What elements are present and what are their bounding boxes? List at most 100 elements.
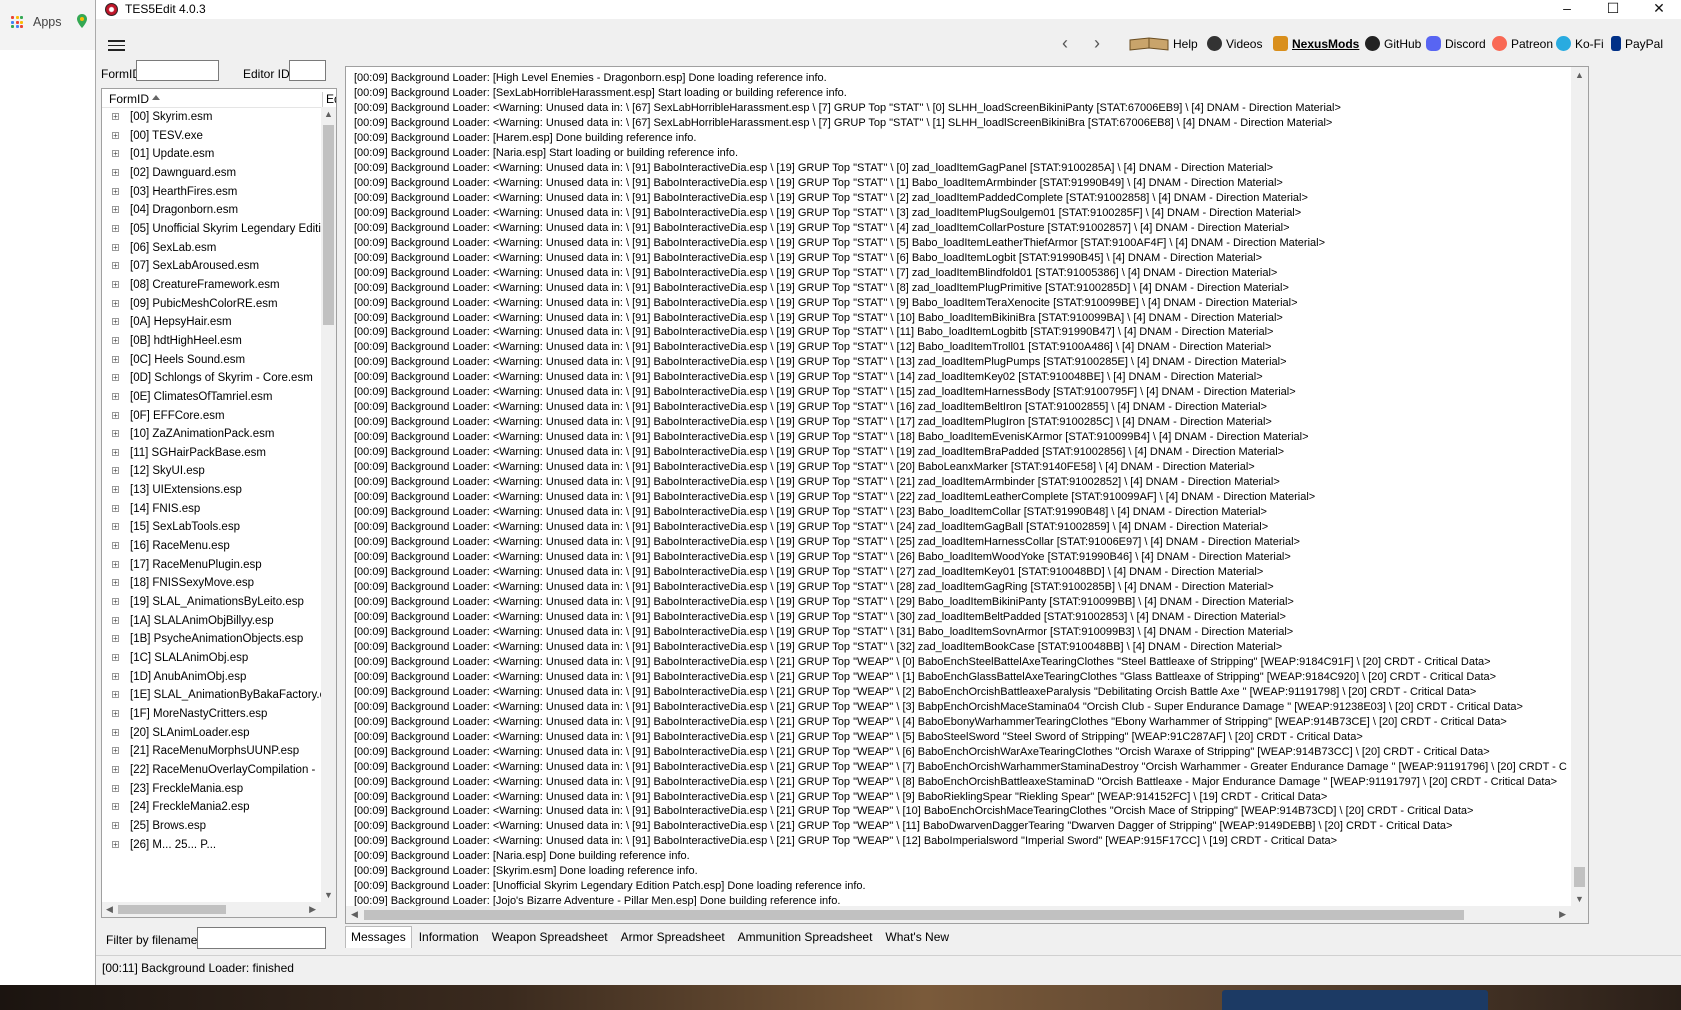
expand-icon[interactable]: + <box>112 728 119 736</box>
discord-link[interactable]: Discord <box>1426 36 1486 51</box>
tree-column-formid[interactable]: FormID <box>109 92 149 106</box>
title-bar[interactable]: TES5Edit 4.0.3 – ☐ ✕ <box>96 0 1681 19</box>
tree-row[interactable]: + [18] FNISSexyMove.esp <box>102 574 322 593</box>
expand-icon[interactable]: + <box>112 280 119 288</box>
tree-row[interactable]: + [1B] PsycheAnimationObjects.esp <box>102 630 322 649</box>
tree-row[interactable]: + [04] Dragonborn.esm <box>102 201 322 220</box>
expand-icon[interactable]: + <box>112 598 119 606</box>
expand-icon[interactable]: + <box>112 243 119 251</box>
expand-icon[interactable]: + <box>112 113 119 121</box>
nexusmods-link[interactable]: NexusMods <box>1273 36 1359 51</box>
tree-row[interactable]: + [15] SexLabTools.esp <box>102 518 322 537</box>
expand-icon[interactable]: + <box>112 224 119 232</box>
scroll-left-icon[interactable]: ◀ <box>106 904 113 915</box>
tree-horizontal-scrollbar[interactable]: ◀ ▶ <box>102 902 336 917</box>
expand-icon[interactable]: + <box>112 710 119 718</box>
tree-row[interactable]: + [12] SkyUI.esp <box>102 462 322 481</box>
tree-row[interactable]: + [02] Dawnguard.esm <box>102 164 322 183</box>
back-arrow-button[interactable]: ‹ <box>1062 33 1068 54</box>
expand-icon[interactable]: + <box>112 821 119 829</box>
videos-link[interactable]: Videos <box>1207 36 1262 51</box>
tree-row[interactable]: + [1C] SLALAnimObj.esp <box>102 649 322 668</box>
tab-ammunition-spreadsheet[interactable]: Ammunition Spreadsheet <box>732 926 879 948</box>
expand-icon[interactable]: + <box>112 616 119 624</box>
editorid-input[interactable] <box>289 60 326 81</box>
tree-row[interactable]: + [0B] hdtHighHeel.esm <box>102 332 322 351</box>
tree-row[interactable]: + [13] UIExtensions.esp <box>102 481 322 500</box>
expand-icon[interactable]: + <box>112 542 119 550</box>
tab-armor-spreadsheet[interactable]: Armor Spreadsheet <box>615 926 731 948</box>
expand-icon[interactable]: + <box>112 504 119 512</box>
tree-vertical-scroll-thumb[interactable] <box>323 125 334 325</box>
expand-icon[interactable]: + <box>112 187 119 195</box>
tree-row[interactable]: + [24] FreckleMania2.esp <box>102 798 322 817</box>
expand-icon[interactable]: + <box>112 803 119 811</box>
expand-icon[interactable]: + <box>112 206 119 214</box>
forward-arrow-button[interactable]: › <box>1094 33 1100 54</box>
github-link[interactable]: GitHub <box>1365 36 1421 51</box>
tree-row[interactable]: + [0D] Schlongs of Skyrim - Core.esm <box>102 369 322 388</box>
expand-icon[interactable]: + <box>112 840 119 848</box>
hamburger-menu-icon[interactable] <box>108 40 125 51</box>
tree-row[interactable]: + [21] RaceMenuMorphsUUNP.esp <box>102 742 322 761</box>
expand-icon[interactable]: + <box>112 392 119 400</box>
tab-messages[interactable]: Messages <box>345 926 412 948</box>
tab-weapon-spreadsheet[interactable]: Weapon Spreadsheet <box>486 926 614 948</box>
scroll-left-icon[interactable]: ◀ <box>351 909 358 920</box>
tree-row[interactable]: + [23] FreckleMania.esp <box>102 780 322 799</box>
apps-bookmark-label[interactable]: Apps <box>33 15 62 29</box>
minimize-button[interactable]: – <box>1544 0 1590 19</box>
expand-icon[interactable]: + <box>112 523 119 531</box>
expand-icon[interactable]: + <box>112 467 119 475</box>
tree-row[interactable]: + [10] ZaZAnimationPack.esm <box>102 425 322 444</box>
tree-vertical-scrollbar[interactable]: ▲ ▼ <box>321 107 336 902</box>
tree-row[interactable]: + [11] SGHairPackBase.esm <box>102 444 322 463</box>
maximize-button[interactable]: ☐ <box>1590 0 1636 19</box>
tree-row[interactable]: + [17] RaceMenuPlugin.esp <box>102 556 322 575</box>
expand-icon[interactable]: + <box>112 336 119 344</box>
expand-icon[interactable]: + <box>112 374 119 382</box>
scroll-up-icon[interactable]: ▲ <box>324 109 333 119</box>
tree-row[interactable]: + [01] Update.esm <box>102 145 322 164</box>
scroll-up-icon[interactable]: ▲ <box>1575 70 1584 80</box>
messages-log[interactable]: [00:09] Background Loader: [High Level E… <box>345 66 1589 924</box>
tree-row[interactable]: + [09] PubicMeshColorRE.esm <box>102 295 322 314</box>
tree-row[interactable]: + [1F] MoreNastyCritters.esp <box>102 705 322 724</box>
scroll-down-icon[interactable]: ▼ <box>324 890 333 900</box>
tree-row[interactable]: + [19] SLAL_AnimationsByLeito.esp <box>102 593 322 612</box>
expand-icon[interactable]: + <box>112 672 119 680</box>
expand-icon[interactable]: + <box>112 150 119 158</box>
expand-icon[interactable]: + <box>112 635 119 643</box>
tree-row[interactable]: + [0A] HepsyHair.esm <box>102 313 322 332</box>
tree-row[interactable]: + [22] RaceMenuOverlayCompilation - <box>102 761 322 780</box>
tree-row[interactable]: + [1A] SLALAnimObjBillyy.esp <box>102 612 322 631</box>
apps-grid-icon[interactable] <box>11 16 23 28</box>
filter-filename-input[interactable] <box>197 927 326 949</box>
messages-vertical-scrollbar[interactable]: ▲ ▼ <box>1571 67 1588 907</box>
expand-icon[interactable]: + <box>112 262 119 270</box>
expand-icon[interactable]: + <box>112 486 119 494</box>
scroll-right-icon[interactable]: ▶ <box>1559 909 1566 920</box>
tree-horizontal-scroll-thumb[interactable] <box>118 905 226 914</box>
tab-what-s-new[interactable]: What's New <box>879 926 955 948</box>
tree-row[interactable]: + [0E] ClimatesOfTamriel.esm <box>102 388 322 407</box>
scroll-down-icon[interactable]: ▼ <box>1575 894 1584 904</box>
messages-horizontal-scroll-thumb[interactable] <box>364 910 1464 920</box>
tree-row[interactable]: + [25] Brows.esp <box>102 817 322 836</box>
tree-row[interactable]: + [26] M... 25... P... <box>102 836 322 855</box>
close-button[interactable]: ✕ <box>1636 0 1681 19</box>
tab-information[interactable]: Information <box>413 926 485 948</box>
messages-horizontal-scrollbar[interactable]: ◀ ▶ <box>346 906 1588 923</box>
tree-row[interactable]: + [20] SLAnimLoader.esp <box>102 724 322 743</box>
messages-vertical-scroll-thumb[interactable] <box>1574 867 1585 887</box>
tree-row[interactable]: + [1E] SLAL_AnimationByBakaFactory.e <box>102 686 322 705</box>
tree-row[interactable]: + [06] SexLab.esm <box>102 239 322 258</box>
expand-icon[interactable]: + <box>112 765 119 773</box>
expand-icon[interactable]: + <box>112 784 119 792</box>
expand-icon[interactable]: + <box>112 299 119 307</box>
tree-row[interactable]: + [08] CreatureFramework.esm <box>102 276 322 295</box>
formid-input[interactable] <box>136 60 219 81</box>
scroll-right-icon[interactable]: ▶ <box>309 904 316 915</box>
tree-row[interactable]: + [07] SexLabAroused.esm <box>102 257 322 276</box>
expand-icon[interactable]: + <box>112 430 119 438</box>
